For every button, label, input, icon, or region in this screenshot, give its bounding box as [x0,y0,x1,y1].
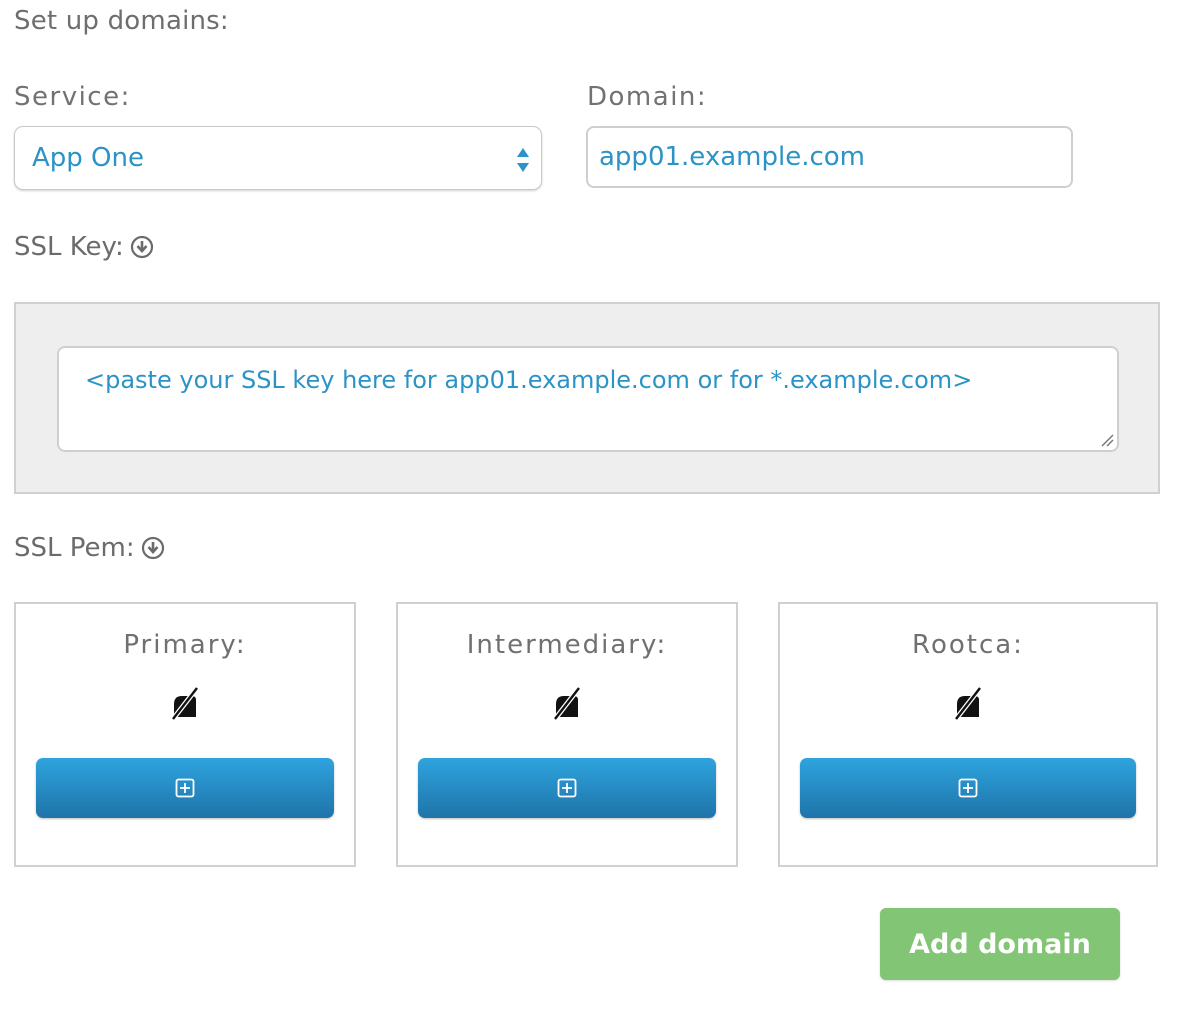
download-circle-icon[interactable] [130,235,154,259]
pem-card-title: Intermediary: [466,630,668,660]
domain-label: Domain: [587,82,708,112]
domain-input[interactable]: app01.example.com [586,126,1073,188]
select-arrows-icon [517,148,529,172]
pem-card-intermediary: Intermediary: [396,602,738,867]
download-circle-icon[interactable] [141,536,165,560]
pem-card-title: Rootca: [912,630,1024,660]
ssl-pem-label: SSL Pem: [14,533,135,563]
pem-card-primary: Primary: [14,602,356,867]
plus-square-icon [557,778,577,798]
upload-intermediary-button[interactable] [418,758,716,818]
ssl-key-placeholder: <paste your SSL key here for app01.examp… [85,366,973,394]
service-label: Service: [14,82,131,112]
no-file-icon [171,686,199,720]
no-file-icon [954,686,982,720]
plus-square-icon [175,778,195,798]
domain-setup-page: Set up domains: Service: App One Domain:… [0,0,1192,1016]
pem-card-title: Primary: [123,630,247,660]
service-select[interactable]: App One [14,126,542,190]
upload-primary-button[interactable] [36,758,334,818]
page-heading: Set up domains: [14,6,229,36]
resize-grip-icon[interactable] [1100,433,1114,447]
plus-square-icon [958,778,978,798]
ssl-key-label-row: SSL Key: [14,232,154,262]
ssl-key-label: SSL Key: [14,232,124,262]
upload-rootca-button[interactable] [800,758,1136,818]
ssl-key-textarea[interactable]: <paste your SSL key here for app01.examp… [57,346,1119,452]
ssl-key-panel: <paste your SSL key here for app01.examp… [14,302,1160,494]
ssl-pem-label-row: SSL Pem: [14,533,165,563]
domain-input-value: app01.example.com [599,142,865,172]
add-domain-button[interactable]: Add domain [880,908,1120,980]
no-file-icon [553,686,581,720]
pem-card-rootca: Rootca: [778,602,1158,867]
service-selected-value: App One [32,143,144,173]
